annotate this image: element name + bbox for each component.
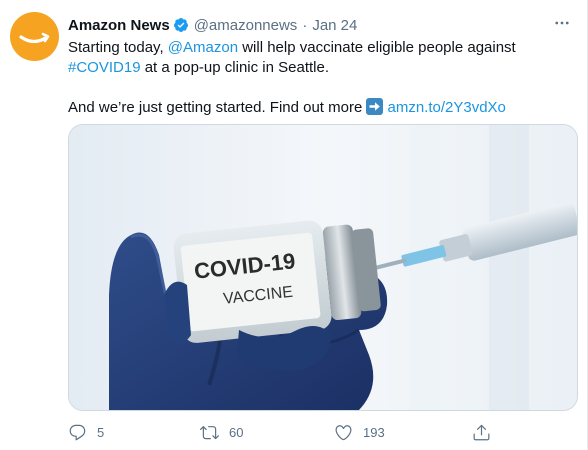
retweet-icon: [200, 425, 219, 439]
shortened-url-link[interactable]: amzn.to/2Y3vdXo: [387, 99, 505, 116]
reply-count: 5: [97, 424, 105, 440]
text-segment: at a pop-up clinic in Seattle.: [140, 59, 329, 76]
avatar[interactable]: [10, 12, 59, 61]
tweet-media-image[interactable]: COVID-19 VACCINE: [68, 124, 578, 411]
like-icon: [335, 424, 352, 440]
retweet-count: 60: [229, 424, 244, 440]
reply-button[interactable]: 5: [68, 420, 104, 444]
more-options-icon[interactable]: [548, 12, 576, 34]
like-button[interactable]: 193: [334, 420, 385, 444]
tweet-text: Starting today, @Amazon will help vaccin…: [68, 38, 568, 118]
retweet-button[interactable]: 60: [200, 420, 243, 444]
reply-icon: [69, 424, 86, 440]
tweet-date[interactable]: Jan 24: [312, 17, 357, 34]
tweet-actions-bar: 5 60 193: [68, 420, 491, 444]
author-handle[interactable]: @amazonnews: [194, 17, 298, 34]
verified-badge-icon: [173, 17, 189, 33]
author-name[interactable]: Amazon News: [68, 17, 170, 34]
mention-link[interactable]: @Amazon: [168, 39, 238, 56]
like-count: 193: [363, 424, 385, 440]
tweet-text-line-3: And we’re just getting started. Find out…: [68, 98, 568, 118]
vaccine-vial-photo: COVID-19 VACCINE: [69, 125, 577, 410]
tweet-text-line-1: Starting today, @Amazon will help vaccin…: [68, 38, 568, 58]
text-segment: will help vaccinate eligible people agai…: [238, 39, 516, 56]
text-segment: And we’re just getting started. Find out…: [68, 99, 367, 116]
right-arrow-emoji-icon: [366, 98, 384, 115]
tweet-text-line-2: #COVID19 at a pop-up clinic in Seattle.: [68, 58, 568, 78]
text-segment: Starting today,: [68, 39, 168, 56]
separator-dot: ·: [302, 16, 308, 34]
tweet-header: Amazon News @amazonnews · Jan 24: [68, 14, 357, 36]
hashtag-link[interactable]: #COVID19: [68, 59, 141, 76]
amazon-smile-logo: [19, 32, 50, 44]
share-button[interactable]: [472, 420, 491, 444]
share-icon: [473, 424, 490, 440]
